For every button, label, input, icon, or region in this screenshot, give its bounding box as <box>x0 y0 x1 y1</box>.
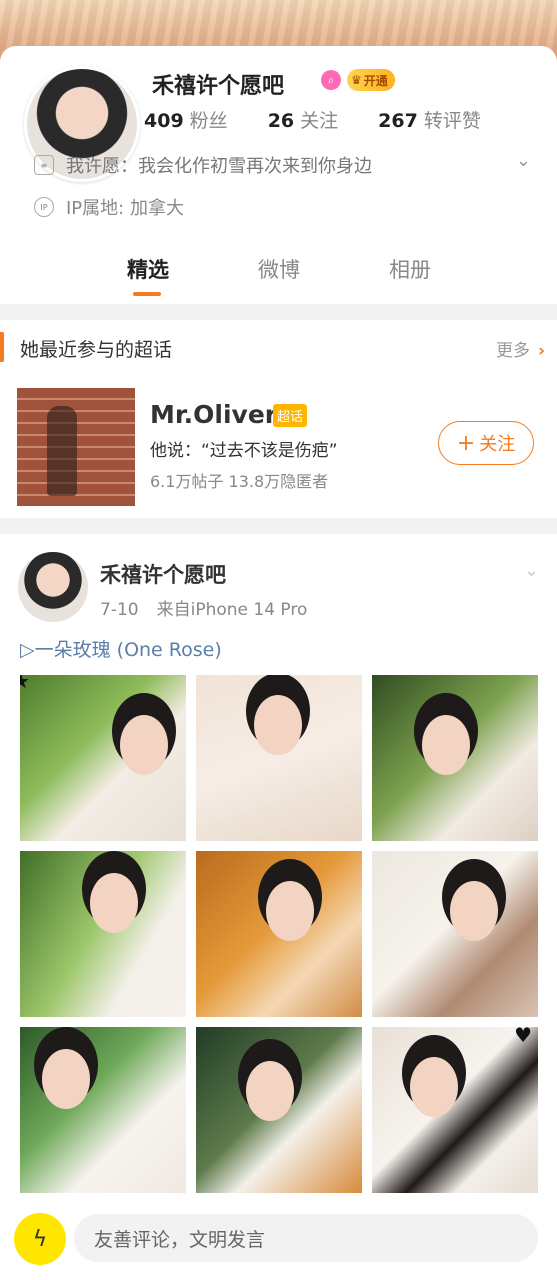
stat-interactions[interactable]: 267 转评赞 <box>378 106 481 133</box>
tab-weibo[interactable]: 微博 <box>258 254 300 284</box>
vip-label: 开通 <box>363 73 388 88</box>
photo-subject <box>120 715 168 775</box>
active-tab-indicator <box>133 292 161 296</box>
stat-following-num: 26 <box>267 110 295 132</box>
comment-input[interactable]: 友善评论，文明发言 <box>74 1214 538 1262</box>
photo-subject <box>450 881 498 941</box>
ip-text: IP属地: 加拿大 <box>66 198 184 219</box>
photo-8[interactable] <box>196 1027 362 1193</box>
profile-ip: IP IP属地: 加拿大 <box>34 194 184 220</box>
photo-4[interactable] <box>20 851 186 1017</box>
stat-fans[interactable]: 409 粉丝 <box>144 106 228 133</box>
stat-interactions-num: 267 <box>378 110 418 132</box>
photo-2[interactable] <box>196 675 362 841</box>
tab-featured[interactable]: 精选 <box>127 254 169 284</box>
profile-card: 禾禧许个愿吧 ⌕ ♛ 开通 409 粉丝 26 关注 267 转评赞 ≡ 我许愿… <box>0 46 557 304</box>
plus-icon: + <box>456 430 476 456</box>
song-link[interactable]: ▷一朵玫瑰 (One Rose) <box>20 635 222 662</box>
section-accent-bar <box>0 332 4 362</box>
stat-following[interactable]: 26 关注 <box>268 106 338 133</box>
star-sticker-icon: ★ <box>20 675 30 693</box>
super-topic-title: 她最近参与的超话 <box>20 339 173 361</box>
post-author-name[interactable]: 禾禧许个愿吧 <box>100 559 226 589</box>
stat-following-label: 关注 <box>300 110 339 132</box>
comment-placeholder: 友善评论，文明发言 <box>94 1228 266 1251</box>
post-source: 来自iPhone 14 Pro <box>156 600 308 620</box>
photo-subject <box>254 695 302 755</box>
super-topic-header: 她最近参与的超话 更多 › <box>0 320 557 372</box>
ip-icon: IP <box>34 197 54 217</box>
wish-text: 我许愿：我会化作初雪再次来到你身边 <box>66 156 372 177</box>
photo-subject <box>90 873 138 933</box>
document-icon: ≡ <box>34 155 54 175</box>
more-label: 更多 <box>495 341 530 361</box>
topic-quote: 他说：“过去不该是伤疤” <box>150 441 338 461</box>
photo-7[interactable] <box>20 1027 186 1193</box>
photo-grid: ★ ♥ <box>20 675 538 1193</box>
photo-subject <box>266 881 314 941</box>
tab-album[interactable]: 相册 <box>389 254 431 284</box>
follow-button[interactable]: + 关注 <box>438 421 534 465</box>
super-topic-section: 她最近参与的超话 更多 › Mr.Oliver 超话 他说：“过去不该是伤疤” 6… <box>0 320 557 518</box>
profile-stats: 409 粉丝 26 关注 267 转评赞 <box>144 106 521 133</box>
vip-open-button[interactable]: ♛ 开通 <box>347 69 395 91</box>
photo-1[interactable]: ★ <box>20 675 186 841</box>
weibo-post: 禾禧许个愿吧 7-10 来自iPhone 14 Pro ⌄ ▷一朵玫瑰 (One … <box>0 534 557 1280</box>
crown-icon: ♛ <box>351 73 362 87</box>
photo-5[interactable] <box>196 851 362 1017</box>
photo-subject <box>410 1057 458 1117</box>
stat-fans-num: 409 <box>144 110 184 132</box>
topic-name[interactable]: Mr.Oliver <box>150 400 277 429</box>
photo-subject <box>42 1049 90 1109</box>
heart-sticker-icon: ♥ <box>514 1027 532 1047</box>
photo-subject <box>422 715 470 775</box>
post-date: 7-10 <box>100 600 139 620</box>
photo-3[interactable] <box>372 675 538 841</box>
commenter-avatar-icon: ϟ <box>14 1213 66 1265</box>
search-badge-icon[interactable]: ⌕ <box>321 70 341 90</box>
profile-name: 禾禧许个愿吧 <box>152 74 285 99</box>
more-link[interactable]: 更多 › <box>496 336 545 361</box>
photo-subject <box>246 1061 294 1121</box>
follow-label: 关注 <box>479 434 516 455</box>
super-topic-badge: 超话 <box>273 404 308 427</box>
profile-wish: ≡ 我许愿：我会化作初雪再次来到你身边 <box>34 152 372 178</box>
stat-interactions-label: 转评赞 <box>423 110 481 132</box>
photo-9[interactable]: ♥ <box>372 1027 538 1193</box>
topic-stats: 6.1万帖子 13.8万隐匿者 <box>150 472 329 491</box>
photo-6[interactable] <box>372 851 538 1017</box>
stat-fans-label: 粉丝 <box>189 110 228 132</box>
post-menu-chevron-icon[interactable]: ⌄ <box>524 560 539 581</box>
post-author-avatar[interactable] <box>18 552 88 622</box>
chevron-down-icon[interactable]: ⌄ <box>516 150 531 171</box>
chevron-right-icon: › <box>537 341 545 361</box>
profile-badges: ⌕ ♛ 开通 <box>321 69 395 91</box>
post-meta: 7-10 来自iPhone 14 Pro <box>100 595 325 620</box>
topic-thumbnail[interactable] <box>17 388 135 506</box>
